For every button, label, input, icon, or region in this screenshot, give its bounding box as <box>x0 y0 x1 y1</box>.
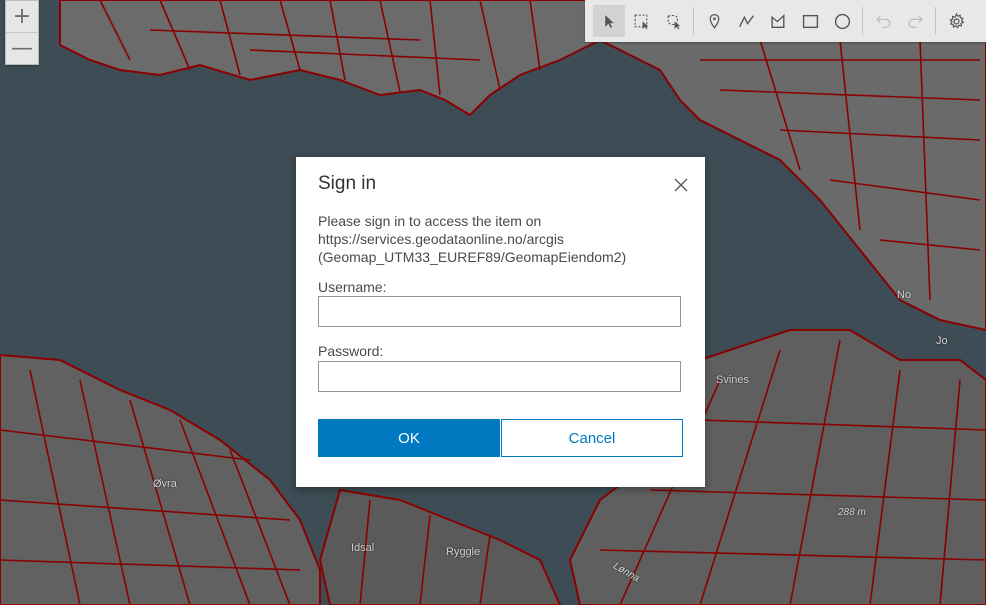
close-button[interactable] <box>673 177 689 193</box>
dialog-title: Sign in <box>318 173 377 194</box>
ok-button[interactable]: OK <box>318 419 500 457</box>
polygon-tool-button[interactable] <box>762 5 794 37</box>
password-label: Password: <box>318 343 384 359</box>
toolbar-divider <box>935 7 936 35</box>
settings-icon <box>948 12 964 29</box>
lasso-select-button[interactable] <box>657 5 689 37</box>
circle-tool-button[interactable] <box>826 5 858 37</box>
minus-icon: — <box>11 36 33 61</box>
map-label-no: No <box>897 289 912 301</box>
map-label-elevation: 288 m <box>838 507 866 518</box>
select-tool-button[interactable] <box>593 5 625 37</box>
sketch-toolbar <box>585 0 986 42</box>
rectangle-select-icon <box>634 14 648 29</box>
zoom-control: + — <box>5 0 39 65</box>
polyline-icon <box>738 14 754 27</box>
toolbar-divider <box>862 7 863 35</box>
sign-in-message: Please sign in to access the item on htt… <box>318 213 627 265</box>
map-label-jo: Jo <box>936 335 948 347</box>
zoom-in-button[interactable]: + <box>6 1 38 32</box>
username-label: Username: <box>318 279 387 295</box>
close-icon <box>674 178 688 192</box>
map-label-ryggle: Ryggle <box>446 546 481 558</box>
undo-button[interactable] <box>867 5 899 37</box>
point-tool-button[interactable] <box>698 5 730 37</box>
undo-icon <box>875 15 891 28</box>
rectangle-icon <box>802 14 818 28</box>
plus-icon: + <box>12 4 32 29</box>
polygon-icon <box>770 13 785 28</box>
settings-button[interactable] <box>940 5 972 37</box>
zoom-out-button[interactable]: — <box>6 32 38 64</box>
username-input[interactable] <box>318 296 681 327</box>
cancel-button[interactable]: Cancel <box>501 419 683 457</box>
select-pointer-icon <box>604 14 614 28</box>
sign-in-dialog: Sign in Please sign in to access the ite… <box>296 157 705 487</box>
lasso-select-icon <box>667 14 680 29</box>
rectangle-select-button[interactable] <box>625 5 657 37</box>
map-label-svines: Svines <box>716 374 750 386</box>
redo-icon <box>907 15 923 28</box>
circle-icon <box>834 13 850 29</box>
map-label-idsal: Idsal <box>351 542 375 554</box>
point-icon <box>709 13 719 29</box>
redo-button[interactable] <box>899 5 931 37</box>
password-input[interactable] <box>318 361 681 392</box>
toolbar-divider <box>693 7 694 35</box>
polyline-tool-button[interactable] <box>730 5 762 37</box>
map-label-ovra: Øvra <box>153 478 177 490</box>
rectangle-tool-button[interactable] <box>794 5 826 37</box>
